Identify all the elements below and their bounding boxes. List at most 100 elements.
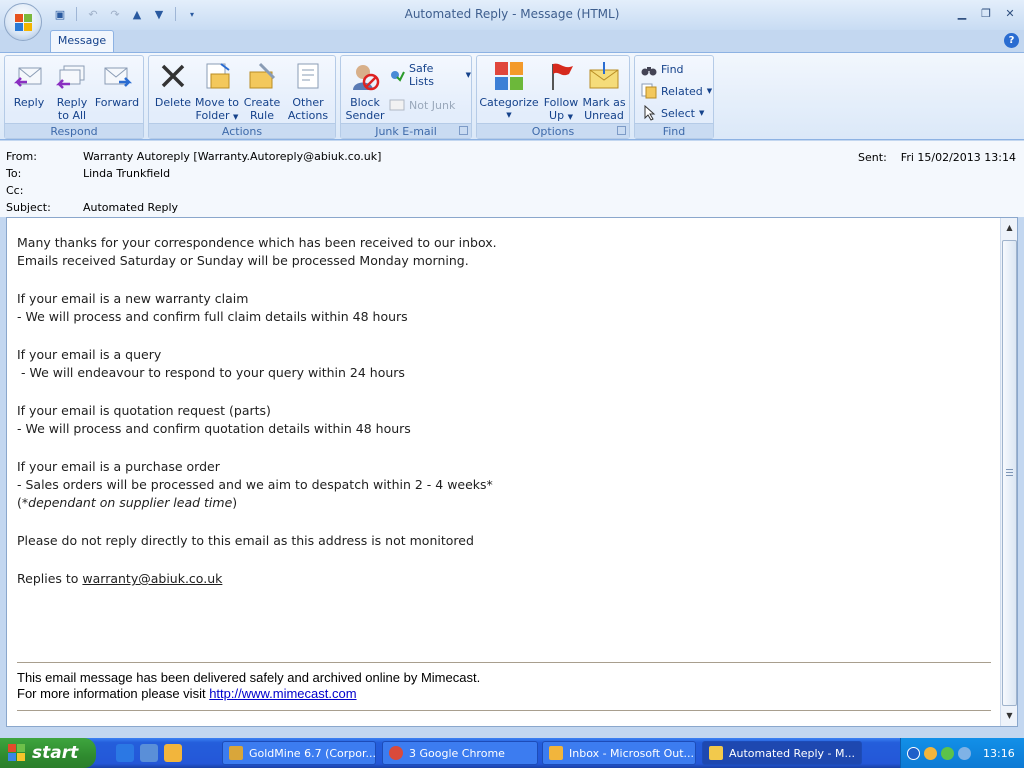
dropdown-arrow-icon: ▼ [506,111,512,119]
group-label-junk-email: Junk E-mail [341,123,471,138]
delete-button[interactable]: Delete [153,60,193,122]
ribbon-tab-row: Message ? [0,30,1024,52]
subject-value: Automated Reply [83,201,179,214]
dropdown-arrow-icon: ▼ [706,87,713,95]
footer-divider [17,710,991,711]
body-paragraph: Many thanks for your correspondence whic… [17,235,497,268]
junk-email-dialog-launcher[interactable] [459,126,468,135]
body-paragraph: Replies to warranty@abiuk.co.uk [17,571,223,586]
taskbar-item-automated-reply[interactable]: Automated Reply - M... [702,741,862,765]
group-find: Find Related ▼ Select ▼ Find [634,55,714,139]
message-icon [709,746,723,760]
group-actions: Delete Move to Folder ▼ Create Rule Othe… [148,55,336,139]
body-paragraph: If your email is a purchase order - Sale… [17,459,493,510]
other-actions-icon [292,60,324,92]
scroll-down-icon[interactable]: ▼ [1002,708,1017,724]
close-icon[interactable]: ✕ [1000,4,1020,22]
cc-row: Cc: [6,184,24,197]
outlook-icon [549,746,563,760]
tray-status-icon[interactable] [941,746,954,760]
clock: 13:16 [983,746,1015,760]
minimize-icon[interactable]: ▁ [952,4,972,22]
scroll-grip [1006,469,1013,477]
mimecast-link[interactable]: http://www.mimecast.com [209,686,356,701]
title-bar: ▣ ↶ ↷ ▲ ▼ ▾ Automated Reply - Message (H… [0,0,1024,30]
vertical-scrollbar[interactable]: ▲ ▼ [1000,218,1017,726]
not-junk-icon [389,97,405,113]
create-rule-button[interactable]: Create Rule [241,60,283,122]
start-button[interactable]: start [0,738,96,768]
sent-row: Sent: Fri 15/02/2013 13:14 [858,151,1016,164]
taskbar-item-goldmine[interactable]: GoldMine 6.7 (Corpor... [222,741,376,765]
scroll-up-icon[interactable]: ▲ [1002,220,1017,236]
binoculars-icon [641,61,657,77]
message-header: From: Warranty Autoreply [Warranty.Autor… [0,141,1024,217]
window-controls: ▁ ❐ ✕ [952,4,1020,22]
taskbar-item-inbox[interactable]: Inbox - Microsoft Out... [542,741,696,765]
forward-icon [101,60,133,92]
mark-as-unread-button[interactable]: Mark as Unread [581,60,627,122]
message-body[interactable]: Many thanks for your correspondence whic… [6,217,1018,727]
dropdown-arrow-icon: ▼ [233,113,239,121]
office-button[interactable] [4,3,42,41]
find-button[interactable]: Find [641,60,684,78]
not-junk-button[interactable]: Not Junk [389,96,455,114]
delete-icon [157,60,189,92]
block-sender-icon [349,60,381,92]
from-value[interactable]: Warranty Autoreply [Warranty.Autoreply@a… [83,150,381,166]
restore-icon[interactable]: ❐ [976,4,996,22]
office-logo-icon [15,14,33,32]
footer-divider [17,662,991,663]
tab-message[interactable]: Message [50,30,114,52]
group-label-options: Options [477,123,629,138]
tray-network-icon[interactable] [958,746,971,760]
to-row: To: Linda Trunkfield [6,167,170,183]
reply-button[interactable]: Reply [9,60,49,122]
dropdown-arrow-icon: ▼ [698,109,705,117]
categorize-button[interactable]: Categorize ▼ [479,60,539,122]
outlook-quick-icon[interactable] [140,744,158,762]
body-paragraph: If your email is a query - We will endea… [17,347,405,380]
options-dialog-launcher[interactable] [617,126,626,135]
body-paragraph: If your email is a new warranty claim - … [17,291,408,324]
group-label-find: Find [635,123,713,138]
related-button[interactable]: Related ▼ [641,82,712,100]
from-row: From: Warranty Autoreply [Warranty.Autor… [6,150,381,166]
sent-value: Fri 15/02/2013 13:14 [900,151,1016,164]
flag-icon [545,60,577,92]
forward-button[interactable]: Forward [93,60,141,122]
scroll-thumb[interactable] [1002,240,1017,706]
safe-lists-button[interactable]: Safe Lists ▼ [389,62,471,88]
move-to-folder-button[interactable]: Move to Folder ▼ [193,60,241,122]
mimecast-footer: This email message has been delivered sa… [17,670,481,701]
message-text: Many thanks for your correspondence whic… [17,234,987,608]
block-sender-button[interactable]: Block Sender [343,60,387,122]
select-button[interactable]: Select ▼ [641,104,704,122]
tray-arrow-icon[interactable] [907,746,920,760]
dropdown-arrow-icon: ▼ [567,113,573,121]
mail-icon[interactable] [164,744,182,762]
dropdown-arrow-icon: ▼ [465,71,471,79]
group-respond: Reply Reply to All Forward Respond [4,55,144,139]
to-value[interactable]: Linda Trunkfield [83,167,170,183]
related-icon [641,83,657,99]
subject-row: Subject: Automated Reply [6,201,178,217]
cursor-icon [641,104,657,121]
goldmine-icon [229,746,243,760]
help-icon[interactable]: ? [1004,33,1019,48]
create-rule-icon [246,60,278,92]
taskbar-item-chrome[interactable]: 3 Google Chrome [382,741,538,765]
reply-all-button[interactable]: Reply to All [51,60,93,122]
system-tray: 13:16 [900,738,1024,768]
chrome-icon [389,746,403,760]
window-title: Automated Reply - Message (HTML) [404,7,620,21]
warranty-email-link[interactable]: warranty@abiuk.co.uk [82,571,222,586]
follow-up-button[interactable]: Follow Up ▼ [541,60,581,122]
group-label-actions: Actions [149,123,335,138]
reply-icon [13,60,45,92]
ie-icon[interactable] [116,744,134,762]
tray-mail-icon[interactable] [924,746,937,760]
other-actions-button[interactable]: Other Actions ▼ [285,60,331,134]
quick-launch [116,744,182,762]
mark-as-unread-icon [588,60,620,92]
